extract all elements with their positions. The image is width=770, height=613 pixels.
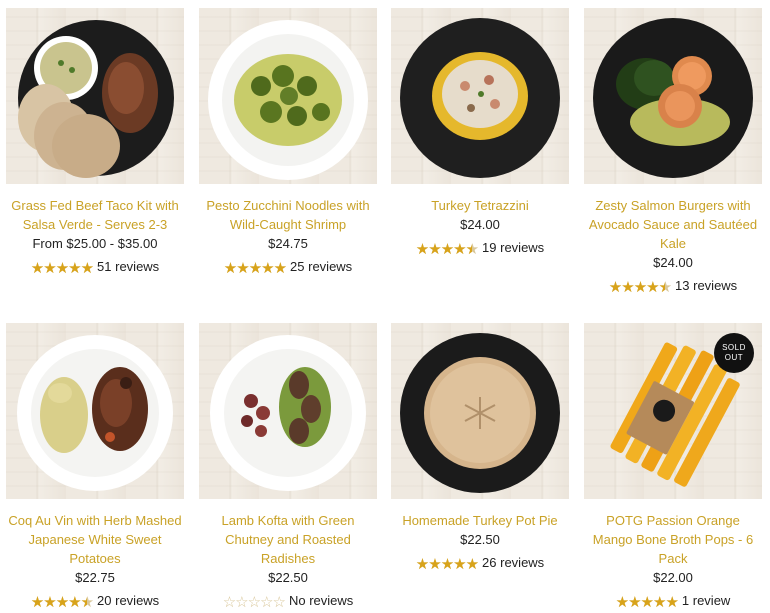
product-price: $24.00 [653,255,693,270]
product-image-coq-au-vin[interactable] [6,323,184,499]
product-image-broth-pops[interactable]: SOLD OUT [584,323,762,499]
review-count[interactable]: No reviews [289,593,353,608]
review-count[interactable]: 25 reviews [290,259,352,274]
product-image-turkey-pot-pie[interactable] [391,323,569,499]
product-image-lamb-kofta[interactable] [199,323,377,499]
product-rating: ★★★★★ ★★★★★ 51 reviews [6,259,184,277]
star-rating-icon: ★★★★★★★★★★ [415,556,479,573]
product-rating: ★★★★★ ★★★★★ 26 reviews [391,555,569,573]
product-image-salmon-burgers[interactable] [584,8,762,184]
review-count[interactable]: 19 reviews [482,240,544,255]
product-image-beef-taco-kit[interactable] [6,8,184,184]
product-image-pesto-zucchini[interactable] [199,8,377,184]
product-price: $24.00 [460,217,500,232]
product-rating: ★★★★★★★★★★13 reviews [584,278,762,296]
product-image-turkey-tetrazzini[interactable] [391,8,569,184]
star-rating-icon: ★★★★★★★★★★ [30,594,94,611]
product-rating: ★★★★★★★★★★20 reviews [6,593,184,611]
product-title[interactable]: Turkey Tetrazzini [391,196,569,215]
product-title[interactable]: Pesto Zucchini Noodles with Wild-Caught … [199,196,377,234]
star-rating-icon: ★★★★★★★★★★ [30,260,94,277]
product-price: $22.75 [75,570,115,585]
star-rating-icon: ★★★★★★★★★★ [608,279,672,296]
product-title[interactable]: Zesty Salmon Burgers with Avocado Sauce … [584,196,762,253]
product-title[interactable]: POTG Passion Orange Mango Bone Broth Pop… [584,511,762,568]
product-title[interactable]: Lamb Kofta with Green Chutney and Roaste… [199,511,377,568]
review-count[interactable]: 13 reviews [675,278,737,293]
review-count[interactable]: 20 reviews [97,593,159,608]
product-title[interactable]: Coq Au Vin with Herb Mashed Japanese Whi… [6,511,184,568]
product-title[interactable]: Grass Fed Beef Taco Kit with Salsa Verde… [6,196,184,234]
review-count[interactable]: 51 reviews [97,259,159,274]
product-grid: Grass Fed Beef Taco Kit with Salsa Verde… [0,0,770,613]
star-rating-icon: ★★★★★★★★★★ [415,241,479,258]
product-rating: ★★★★★ ★★★★★ 1 review [584,593,762,611]
product-price: $24.75 [268,236,308,251]
product-rating: ☆☆☆☆☆★★★★★No reviews [199,593,377,611]
star-rating-icon: ★★★★★★★★★★ [223,260,287,277]
product-price: From $25.00 - $35.00 [32,236,158,251]
sold-out-badge: SOLD OUT [714,333,754,373]
review-count[interactable]: 1 review [682,593,730,608]
star-rating-icon: ☆☆☆☆☆★★★★★ [222,594,286,611]
sold-out-label: SOLD OUT [722,343,746,362]
product-rating: ★★★★★ ★★★★★ 25 reviews [199,259,377,277]
product-price: $22.00 [653,570,693,585]
product-rating: ★★★★★★★★★★19 reviews [391,240,569,258]
product-price: $22.50 [460,532,500,547]
review-count[interactable]: 26 reviews [482,555,544,570]
product-title[interactable]: Homemade Turkey Pot Pie [391,511,569,530]
product-price: $22.50 [268,570,308,585]
star-rating-icon: ★★★★★★★★★★ [615,594,679,611]
